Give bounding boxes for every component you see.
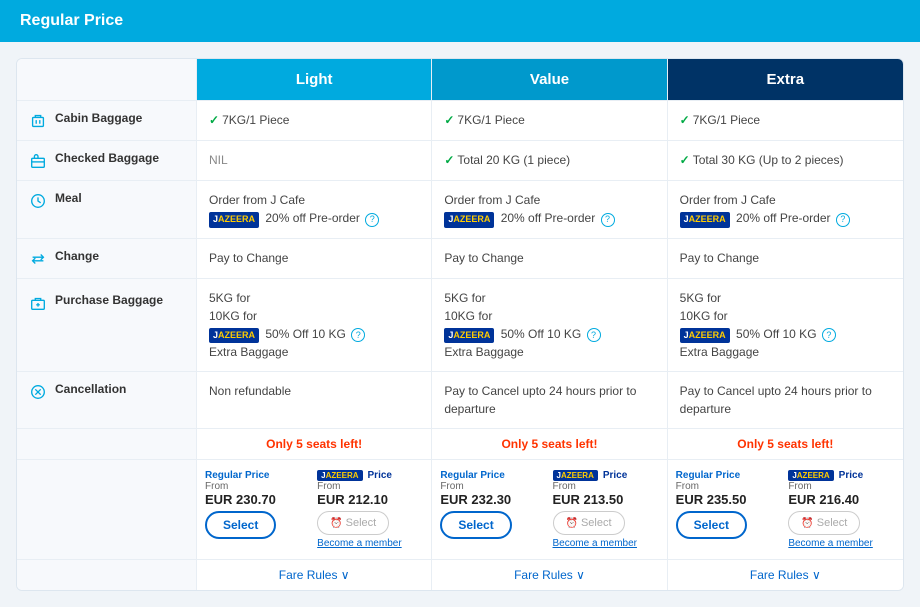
- jazeera-badge-extra: JAZEERA: [788, 470, 833, 481]
- page-header: Regular Price: [0, 0, 920, 42]
- promo-badge-extra-purchase: JAZEERA: [680, 328, 730, 344]
- change-value: Pay to Change: [432, 239, 667, 279]
- chevron-down-icon: ∨: [341, 568, 350, 582]
- change-icon: [29, 250, 47, 268]
- cancellation-extra: Pay to Cancel upto 24 hours prior to dep…: [668, 372, 903, 429]
- meal-value: Order from J Cafe JAZEERA 20% off Pre-or…: [432, 181, 667, 239]
- label-cancellation: Cancellation: [17, 372, 197, 429]
- price-empty-cell: [17, 460, 197, 560]
- select-button-extra-regular[interactable]: Select: [676, 511, 747, 539]
- price-section-light: Regular Price From EUR 230.70 Select JAZ…: [197, 460, 432, 560]
- select-button-value-jazeera[interactable]: ⏰ Select: [553, 511, 625, 535]
- promo-badge-value-purchase: JAZEERA: [444, 328, 494, 344]
- label-cabin-baggage: Cabin Baggage: [17, 101, 197, 141]
- fare-comparison-table: Light Value Extra Cabin Baggage ✓7KG/1 P…: [16, 58, 904, 591]
- select-button-value-regular[interactable]: Select: [440, 511, 511, 539]
- chevron-down-icon: ∨: [576, 568, 585, 582]
- promo-badge-extra-meal: JAZEERA: [680, 212, 730, 228]
- meal-light: Order from J Cafe JAZEERA 20% off Pre-or…: [197, 181, 432, 239]
- cabin-baggage-light: ✓7KG/1 Piece: [197, 101, 432, 141]
- select-button-extra-jazeera[interactable]: ⏰ Select: [788, 511, 860, 535]
- main-content: Light Value Extra Cabin Baggage ✓7KG/1 P…: [0, 42, 920, 607]
- label-change: Change: [17, 239, 197, 279]
- purchase-baggage-extra: 5KG for 10KG for JAZEERA 50% Off 10 KG ?…: [668, 279, 903, 373]
- cancellation-light: Non refundable: [197, 372, 432, 429]
- price-jazeera-value: JAZEERA Price From EUR 213.50 ⏰ Select B…: [553, 470, 659, 549]
- promo-badge-light-purchase: JAZEERA: [209, 328, 259, 344]
- checked-baggage-light: NIL: [197, 141, 432, 181]
- purchase-baggage-value: 5KG for 10KG for JAZEERA 50% Off 10 KG ?…: [432, 279, 667, 373]
- price-regular-light: Regular Price From EUR 230.70 Select: [205, 470, 311, 539]
- become-member-value[interactable]: Become a member: [553, 538, 659, 549]
- column-header-extra: Extra: [668, 59, 903, 101]
- change-extra: Pay to Change: [668, 239, 903, 279]
- chevron-down-icon: ∨: [812, 568, 821, 582]
- jazeera-badge-value: JAZEERA: [553, 470, 598, 481]
- info-icon-meal-extra[interactable]: ?: [836, 213, 850, 227]
- info-icon-meal-light[interactable]: ?: [365, 213, 379, 227]
- cabin-baggage-value: ✓7KG/1 Piece: [432, 101, 667, 141]
- purchase-baggage-light: 5KG for 10KG for JAZEERA 50% Off 10 KG ?…: [197, 279, 432, 373]
- fare-rules-extra[interactable]: Fare Rules ∨: [668, 560, 903, 590]
- price-section-value: Regular Price From EUR 232.30 Select JAZ…: [432, 460, 667, 560]
- cabin-baggage-extra: ✓7KG/1 Piece: [668, 101, 903, 141]
- seats-left-light: Only 5 seats left!: [197, 429, 432, 460]
- price-jazeera-extra: JAZEERA Price From EUR 216.40 ⏰ Select B…: [788, 470, 895, 549]
- purchase-baggage-icon: [29, 294, 47, 312]
- info-icon-purchase-value[interactable]: ?: [587, 328, 601, 342]
- cancellation-value: Pay to Cancel upto 24 hours prior to dep…: [432, 372, 667, 429]
- become-member-light[interactable]: Become a member: [317, 538, 423, 549]
- info-icon-purchase-light[interactable]: ?: [351, 328, 365, 342]
- label-meal: Meal: [17, 181, 197, 239]
- seats-left-value: Only 5 seats left!: [432, 429, 667, 460]
- cabin-baggage-icon: [29, 112, 47, 130]
- checked-baggage-extra: ✓Total 30 KG (Up to 2 pieces): [668, 141, 903, 181]
- select-button-light-jazeera[interactable]: ⏰ Select: [317, 511, 389, 535]
- label-purchase-baggage: Purchase Baggage: [17, 279, 197, 373]
- checked-baggage-icon: [29, 152, 47, 170]
- change-light: Pay to Change: [197, 239, 432, 279]
- price-section-extra: Regular Price From EUR 235.50 Select JAZ…: [668, 460, 903, 560]
- checked-baggage-value: ✓Total 20 KG (1 piece): [432, 141, 667, 181]
- header-empty-cell: [17, 59, 197, 101]
- price-regular-extra: Regular Price From EUR 235.50 Select: [676, 470, 783, 539]
- label-checked-baggage: Checked Baggage: [17, 141, 197, 181]
- select-button-light-regular[interactable]: Select: [205, 511, 276, 539]
- page-wrapper: Regular Price Light Value Extra: [0, 0, 920, 607]
- price-jazeera-light: JAZEERA Price From EUR 212.10 ⏰ Select B…: [317, 470, 423, 549]
- page-title: Regular Price: [20, 12, 123, 29]
- fare-rules-empty: [17, 560, 197, 590]
- price-regular-value: Regular Price From EUR 232.30 Select: [440, 470, 546, 539]
- fare-rules-value[interactable]: Fare Rules ∨: [432, 560, 667, 590]
- promo-badge-light-meal: JAZEERA: [209, 212, 259, 228]
- column-header-light: Light: [197, 59, 432, 101]
- info-icon-purchase-extra[interactable]: ?: [822, 328, 836, 342]
- meal-icon: [29, 192, 47, 210]
- promo-badge-value-meal: JAZEERA: [444, 212, 494, 228]
- cancellation-icon: [29, 383, 47, 401]
- become-member-extra[interactable]: Become a member: [788, 538, 895, 549]
- meal-extra: Order from J Cafe JAZEERA 20% off Pre-or…: [668, 181, 903, 239]
- seats-left-empty: [17, 429, 197, 460]
- column-header-value: Value: [432, 59, 667, 101]
- jazeera-badge-light: JAZEERA: [317, 470, 362, 481]
- info-icon-meal-value[interactable]: ?: [601, 213, 615, 227]
- seats-left-extra: Only 5 seats left!: [668, 429, 903, 460]
- fare-rules-light[interactable]: Fare Rules ∨: [197, 560, 432, 590]
